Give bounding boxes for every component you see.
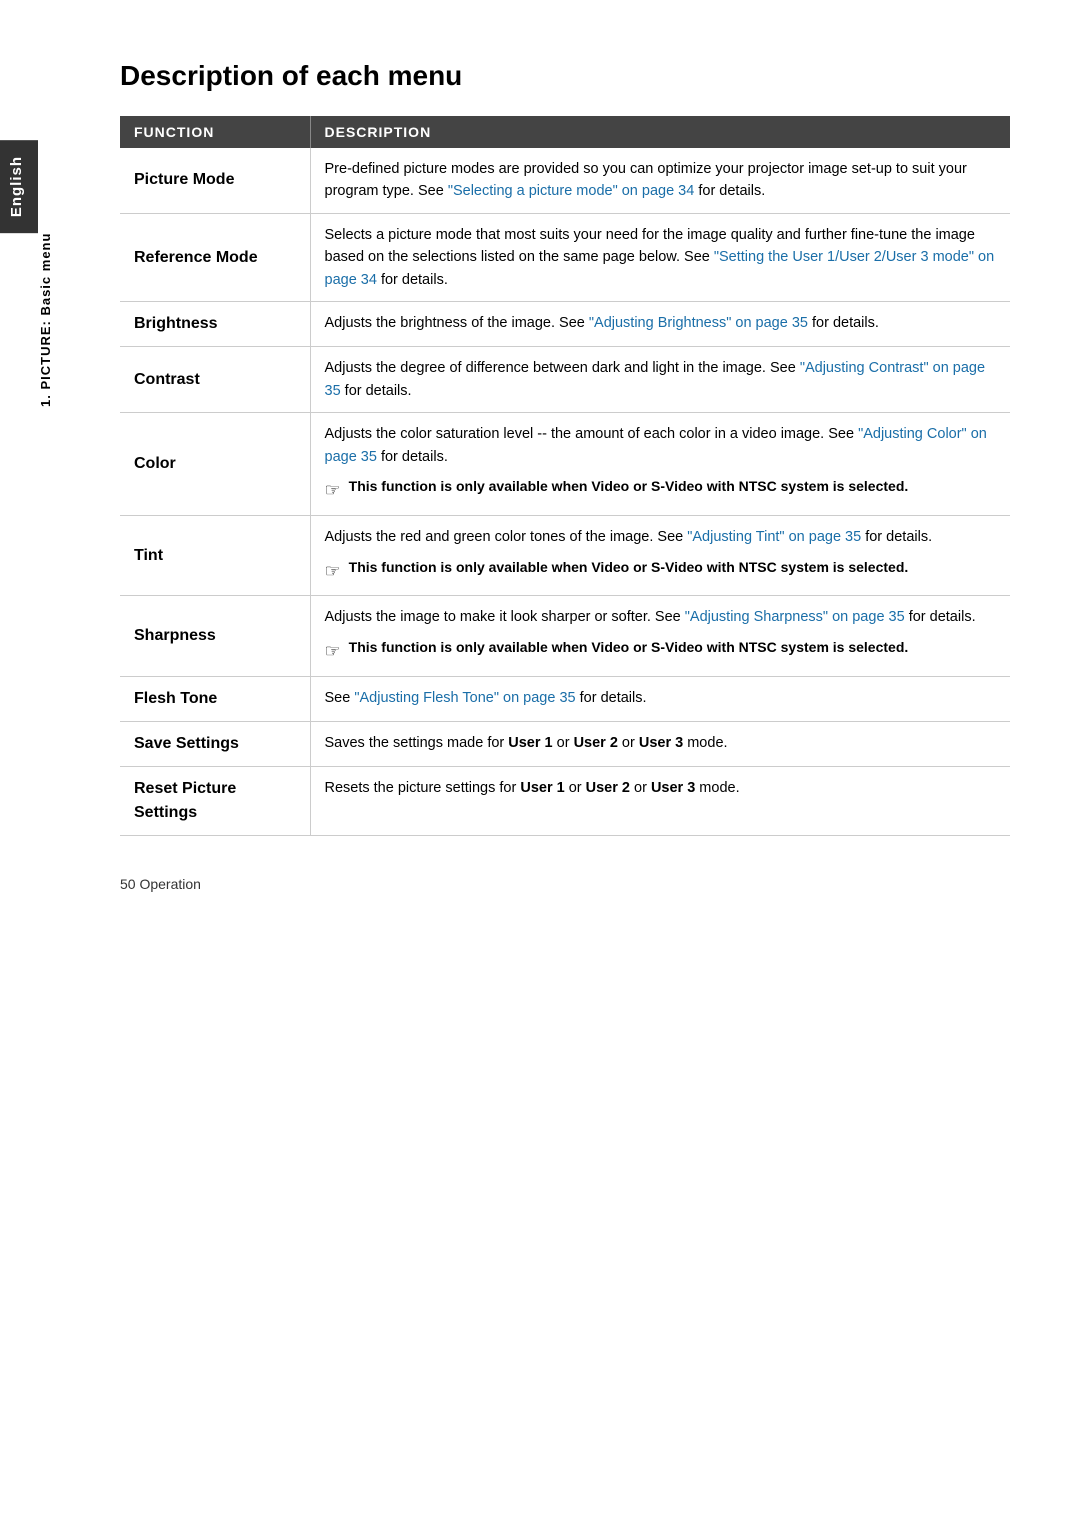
table-row: ColorAdjusts the color saturation level … <box>120 413 1010 516</box>
function-cell-reset-picture-settings: Reset Picture Settings <box>120 766 310 835</box>
side-tab-english: English <box>0 140 38 233</box>
link-brightness[interactable]: "Adjusting Brightness" on page 35 <box>589 315 808 331</box>
description-cell-save-settings: Saves the settings made for User 1 or Us… <box>310 721 1010 766</box>
table-row: ContrastAdjusts the degree of difference… <box>120 347 1010 413</box>
note-text-color: This function is only available when Vid… <box>349 476 909 498</box>
link-tint[interactable]: "Adjusting Tint" on page 35 <box>687 529 861 545</box>
link-picture-mode[interactable]: "Selecting a picture mode" on page 34 <box>448 183 695 199</box>
link-reference-mode[interactable]: "Setting the User 1/User 2/User 3 mode" … <box>325 249 995 287</box>
table-row: Reference ModeSelects a picture mode tha… <box>120 213 1010 301</box>
note-text-sharpness: This function is only available when Vid… <box>349 637 909 659</box>
link-color[interactable]: "Adjusting Color" on page 35 <box>325 426 987 464</box>
description-cell-reference-mode: Selects a picture mode that most suits y… <box>310 213 1010 301</box>
note-text-tint: This function is only available when Vid… <box>349 557 909 579</box>
note-icon-color: ☞ <box>325 477 341 505</box>
function-cell-contrast: Contrast <box>120 347 310 413</box>
note-icon-tint: ☞ <box>325 558 341 586</box>
table-row: Flesh ToneSee "Adjusting Flesh Tone" on … <box>120 676 1010 721</box>
page-title: Description of each menu <box>120 60 1000 92</box>
note-box-sharpness: ☞ This function is only available when Vi… <box>325 637 997 666</box>
table-row: Picture ModePre-defined picture modes ar… <box>120 148 1010 213</box>
description-cell-sharpness: Adjusts the image to make it look sharpe… <box>310 596 1010 676</box>
description-cell-reset-picture-settings: Resets the picture settings for User 1 o… <box>310 766 1010 835</box>
footer: 50 Operation <box>120 876 1000 892</box>
function-cell-brightness: Brightness <box>120 302 310 347</box>
description-cell-tint: Adjusts the red and green color tones of… <box>310 516 1010 596</box>
description-cell-contrast: Adjusts the degree of difference between… <box>310 347 1010 413</box>
page-container: English 1. PICTURE: Basic menu Descripti… <box>0 0 1080 952</box>
menu-description-table: FUNCTION DESCRIPTION Picture ModePre-def… <box>120 116 1010 836</box>
function-cell-flesh-tone: Flesh Tone <box>120 676 310 721</box>
note-icon-sharpness: ☞ <box>325 638 341 666</box>
function-cell-reference-mode: Reference Mode <box>120 213 310 301</box>
table-header-row: FUNCTION DESCRIPTION <box>120 116 1010 148</box>
table-row: TintAdjusts the red and green color tone… <box>120 516 1010 596</box>
link-sharpness[interactable]: "Adjusting Sharpness" on page 35 <box>685 609 905 625</box>
section-vertical-label: 1. PICTURE: Basic menu <box>38 180 53 460</box>
description-cell-picture-mode: Pre-defined picture modes are provided s… <box>310 148 1010 213</box>
description-cell-color: Adjusts the color saturation level -- th… <box>310 413 1010 516</box>
link-flesh-tone[interactable]: "Adjusting Flesh Tone" on page 35 <box>354 690 575 706</box>
note-box-color: ☞ This function is only available when Vi… <box>325 476 997 505</box>
description-cell-flesh-tone: See "Adjusting Flesh Tone" on page 35 fo… <box>310 676 1010 721</box>
col-header-function: FUNCTION <box>120 116 310 148</box>
table-row: Reset Picture SettingsResets the picture… <box>120 766 1010 835</box>
table-row: BrightnessAdjusts the brightness of the … <box>120 302 1010 347</box>
function-cell-picture-mode: Picture Mode <box>120 148 310 213</box>
description-cell-brightness: Adjusts the brightness of the image. See… <box>310 302 1010 347</box>
table-row: SharpnessAdjusts the image to make it lo… <box>120 596 1010 676</box>
table-row: Save SettingsSaves the settings made for… <box>120 721 1010 766</box>
col-header-description: DESCRIPTION <box>310 116 1010 148</box>
link-contrast[interactable]: "Adjusting Contrast" on page 35 <box>325 360 986 398</box>
function-cell-sharpness: Sharpness <box>120 596 310 676</box>
function-cell-color: Color <box>120 413 310 516</box>
function-cell-save-settings: Save Settings <box>120 721 310 766</box>
note-box-tint: ☞ This function is only available when Vi… <box>325 557 997 586</box>
function-cell-tint: Tint <box>120 516 310 596</box>
